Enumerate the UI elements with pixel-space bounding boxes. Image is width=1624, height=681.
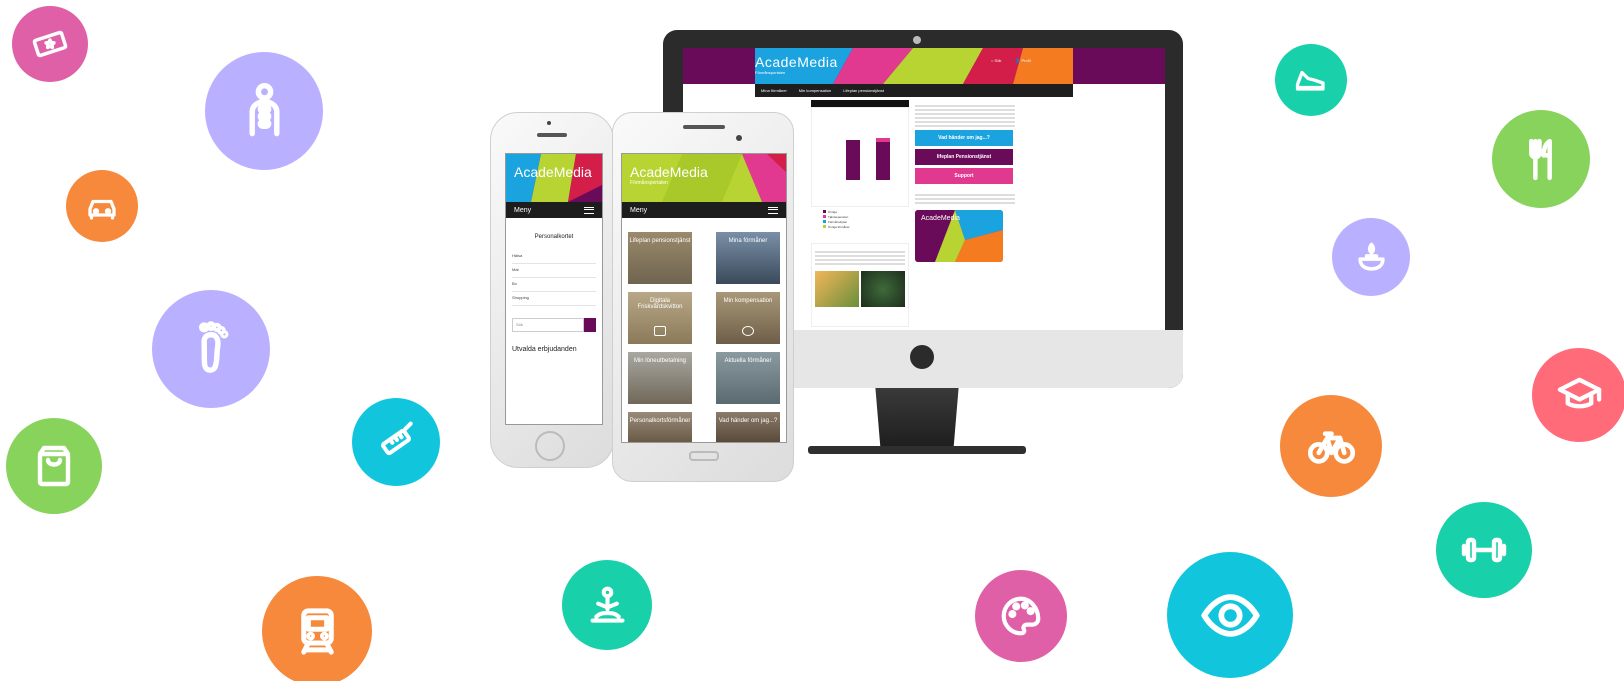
- phone-left-banner: AcadeMedia: [506, 154, 602, 202]
- category-row[interactable]: Mat: [512, 264, 596, 278]
- tile-payout[interactable]: Min löneutbetalning: [628, 352, 692, 404]
- tile-lifeplan[interactable]: Lifeplan pensionstjänst: [628, 232, 692, 284]
- search-input[interactable]: Sök: [512, 318, 584, 332]
- category-row[interactable]: Shopping: [512, 292, 596, 306]
- graduation-cap-icon: [1532, 348, 1624, 442]
- support-button[interactable]: Support: [915, 168, 1013, 184]
- menu-label: Meny: [514, 206, 532, 214]
- desktop-nav-item[interactable]: Min kompensation: [799, 88, 831, 93]
- spine-icon: [205, 52, 323, 170]
- hamburger-icon[interactable]: [768, 206, 778, 214]
- desktop-bar: [846, 140, 860, 180]
- tile-offers[interactable]: Aktuella förmåner: [716, 352, 780, 404]
- baby-bottle-icon: [352, 398, 440, 486]
- bicycle-icon: [1280, 395, 1382, 497]
- home-button[interactable]: [535, 431, 565, 461]
- desktop-promo: AcadeMedia: [915, 194, 1015, 262]
- marketing-hero: AcadeMedia Förmånsportalen ○ Sök 👤 Profil…: [0, 0, 1624, 681]
- personalkortet-logo: Personalkortet: [534, 234, 574, 240]
- desktop-left-column: Övriga Tjänstepension Förmånsbyten Övrig…: [811, 100, 909, 340]
- desktop-logo[interactable]: AcadeMedia Förmånsportalen: [755, 54, 838, 75]
- news-image[interactable]: [815, 271, 859, 307]
- tile-receipts[interactable]: Digitala Friskvårdskvitton: [628, 292, 692, 344]
- monitor-stand: [875, 388, 959, 450]
- phone-left: AcadeMedia Meny Personalkortet Hälsa Mat…: [490, 112, 614, 468]
- desktop-nav-item[interactable]: Lifeplan pensionstjänst: [843, 88, 884, 93]
- shopping-bag-icon: [6, 418, 102, 514]
- cutlery-icon: [1492, 110, 1590, 208]
- phone-right: AcadeMedia Förmånsportalen Meny Lifeplan …: [612, 112, 794, 482]
- train-icon: [262, 576, 372, 681]
- ticket-icon: [12, 6, 88, 82]
- phone-right-screen: AcadeMedia Förmånsportalen Meny Lifeplan …: [621, 153, 787, 443]
- offers-heading: Utvalda erbjudanden: [512, 346, 577, 353]
- desktop-bar: [876, 138, 890, 180]
- desktop-nav: Mina förmåner Min kompensation Lifeplan …: [755, 84, 1073, 97]
- desktop-header-links: ○ Sök 👤 Profil: [991, 58, 1031, 63]
- phone-left-search: Sök: [512, 318, 596, 332]
- phone-left-logo[interactable]: AcadeMedia: [514, 164, 592, 180]
- desktop-bar-chart: [811, 107, 909, 207]
- desktop-user-link[interactable]: 👤 Profil: [1015, 58, 1030, 63]
- menu-label: Meny: [630, 206, 648, 214]
- phone-right-banner: AcadeMedia Förmånsportalen: [622, 154, 786, 202]
- category-row[interactable]: Hälsa: [512, 250, 596, 264]
- phone-right-logo[interactable]: AcadeMedia Förmånsportalen: [630, 164, 708, 186]
- webcam-icon: [913, 36, 921, 44]
- card-logo: AcadeMedia: [921, 215, 960, 222]
- desktop-news-panel: [811, 243, 909, 327]
- hamburger-icon[interactable]: [584, 206, 594, 214]
- search-button[interactable]: [584, 318, 596, 332]
- desktop-right-column: Vad händer om jag...? lifeplan Pensionst…: [915, 96, 1015, 262]
- monitor-base: [808, 446, 1026, 454]
- running-shoe-icon: [1275, 44, 1347, 116]
- desktop-legend-item: Övriga förmåner: [823, 224, 909, 229]
- desktop-legend: Övriga Tjänstepension Förmånsbyten Övrig…: [811, 209, 909, 229]
- desktop-panel-header: [811, 100, 909, 107]
- phone-right-tiles: Lifeplan pensionstjänst Mina förmåner Di…: [622, 218, 786, 442]
- footprint-icon: [152, 290, 270, 408]
- palette-icon: [975, 570, 1067, 662]
- eye-icon: [1167, 552, 1293, 678]
- tile-compensation[interactable]: Min kompensation: [716, 292, 780, 344]
- category-row[interactable]: Bo: [512, 278, 596, 292]
- power-button-icon: [910, 345, 934, 369]
- desktop-nav-item[interactable]: Mina förmåner: [761, 88, 787, 93]
- tile-personal-card[interactable]: Personalkortsförmåner: [628, 412, 692, 442]
- personal-card-image[interactable]: AcadeMedia: [915, 210, 1003, 262]
- what-happens-button[interactable]: Vad händer om jag...?: [915, 130, 1013, 146]
- candle-icon: [1332, 218, 1410, 296]
- desktop-welcome-heading: [915, 96, 1015, 101]
- dumbbell-icon: [1436, 502, 1532, 598]
- home-button[interactable]: [689, 451, 719, 461]
- tile-what-if[interactable]: Vad händer om jag...?: [716, 412, 780, 442]
- phone-left-content: Personalkortet Hälsa Mat Bo Shopping Sök…: [506, 218, 602, 353]
- phone-right-menu-bar[interactable]: Meny: [622, 202, 786, 218]
- lifeplan-button[interactable]: lifeplan Pensionstjänst: [915, 149, 1013, 165]
- car-icon: [66, 170, 138, 242]
- tile-benefits[interactable]: Mina förmåner: [716, 232, 780, 284]
- desktop-search-link[interactable]: ○ Sök: [991, 58, 1001, 63]
- phone-left-screen: AcadeMedia Meny Personalkortet Hälsa Mat…: [505, 153, 603, 425]
- phone-left-menu-bar[interactable]: Meny: [506, 202, 602, 218]
- news-image[interactable]: [861, 271, 905, 307]
- yoga-icon: [562, 560, 652, 650]
